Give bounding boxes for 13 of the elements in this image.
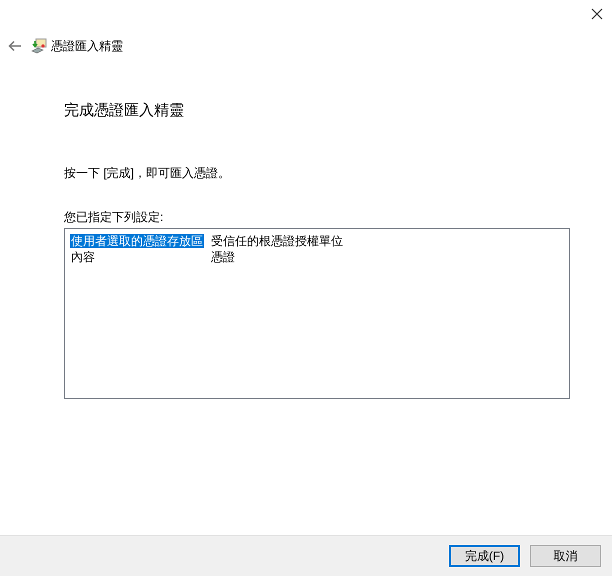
instruction-text: 按一下 [完成]，即可匯入憑證。	[64, 164, 232, 182]
setting-name[interactable]: 使用者選取的憑證存放區	[70, 234, 204, 248]
page-heading: 完成憑證匯入精靈	[64, 101, 185, 121]
window-title: 憑證匯入精靈	[51, 38, 123, 55]
dialog-button[interactable]: 取消	[530, 545, 601, 567]
setting-value: 受信任的根憑證授權單位	[211, 232, 343, 250]
setting-value: 憑證	[211, 248, 235, 266]
back-arrow-icon[interactable]	[8, 40, 22, 52]
close-icon[interactable]	[591, 8, 603, 20]
certificate-icon	[31, 38, 47, 54]
setting-name[interactable]: 內容	[70, 250, 96, 264]
dialog-button[interactable]: 完成(F)	[449, 545, 520, 567]
settings-label: 您已指定下列設定:	[64, 208, 164, 226]
